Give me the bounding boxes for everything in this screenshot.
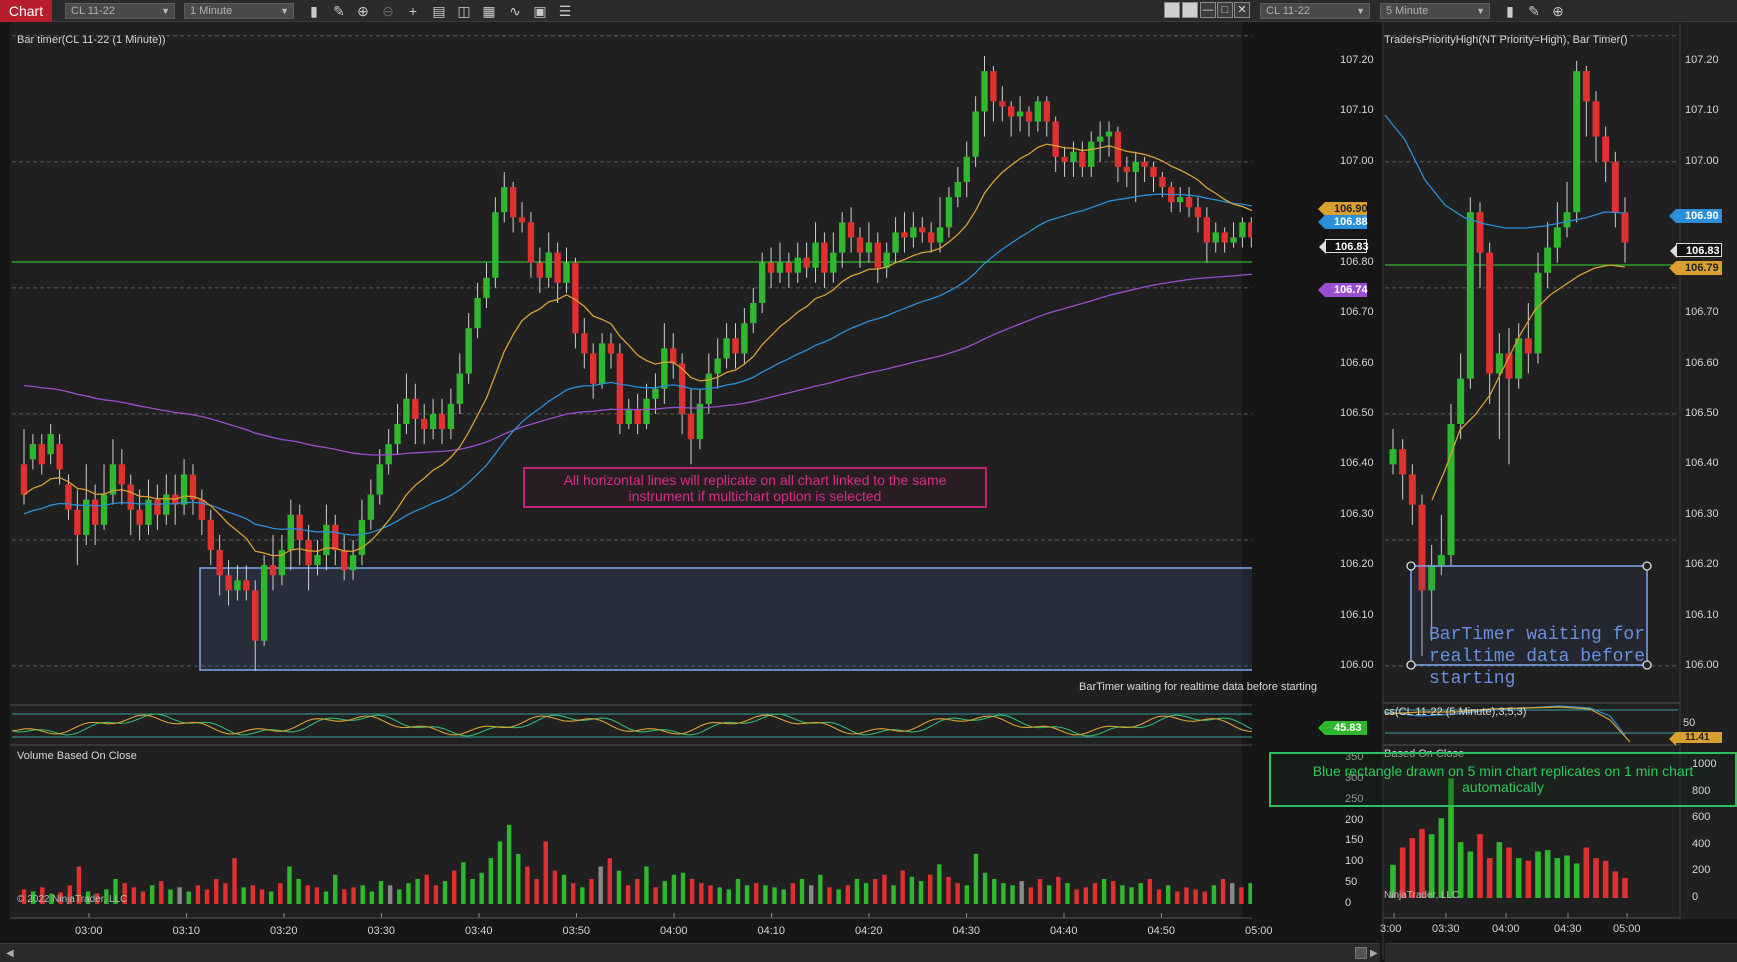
volume-bar — [1486, 858, 1493, 898]
price-tick-label: 106.30 — [1685, 507, 1719, 520]
candle-body — [1563, 212, 1571, 228]
ma-blue-line — [1384, 114, 1626, 229]
ma-blue-price-tag-right: 106.90 — [1669, 209, 1722, 223]
volume-bar — [1428, 834, 1435, 898]
price-tick-label: 106.40 — [1685, 457, 1719, 470]
right-bartimer-status: BarTimer waiting for realtime data befor… — [1429, 625, 1646, 689]
volume-bar — [1593, 858, 1599, 898]
candle-body — [1447, 424, 1455, 556]
right-stoch-tick: 50 — [1683, 717, 1696, 729]
price-tick-label: 106.50 — [1685, 406, 1719, 419]
right-stoch-label: cs(CL 11-22 (5 Minute),3,5,3) — [1384, 706, 1527, 718]
candle-body — [1524, 338, 1532, 354]
rectangle-anchor-handle — [1406, 561, 1416, 571]
last-price-tag-right: 106.83 — [1670, 243, 1722, 258]
candle-body — [1457, 378, 1465, 424]
right-chart-canvas[interactable] — [0, 0, 1737, 962]
candle-body — [1408, 474, 1416, 505]
volume-tick-label: 400 — [1692, 837, 1711, 850]
volume-bar — [1515, 858, 1522, 898]
volume-bar — [1602, 860, 1609, 898]
candle-body — [1515, 338, 1523, 379]
volume-bar — [1506, 847, 1512, 898]
candle-body — [1582, 71, 1590, 102]
volume-bar — [1525, 860, 1532, 898]
volume-tick-label: 200 — [1692, 864, 1711, 877]
volume-bar — [1583, 847, 1590, 898]
price-tick-label: 106.60 — [1685, 356, 1719, 369]
volume-bar — [1419, 828, 1425, 898]
candle-body — [1592, 101, 1600, 137]
volume-bar — [1438, 818, 1445, 898]
time-tick-label: 03:30 — [1432, 923, 1460, 935]
time-tick-label: 04:30 — [1554, 923, 1582, 935]
price-tick-label: 107.00 — [1685, 154, 1719, 167]
ma-orange-price-tag-right: 106.79 — [1669, 261, 1722, 275]
volume-bar — [1496, 842, 1503, 898]
scroll-thumb[interactable] — [1355, 947, 1367, 959]
candle-body — [1611, 161, 1619, 213]
candle-body — [1573, 71, 1581, 213]
volume-tick-label: 1000 — [1692, 758, 1717, 770]
left-horizontal-scrollbar[interactable]: ◀ ▶ — [0, 943, 1380, 962]
candle-body — [1544, 247, 1552, 273]
candle-body — [1466, 212, 1474, 379]
candle-body — [1486, 252, 1494, 374]
volume-bar — [1467, 851, 1474, 898]
right-copyright: NinjaTrader, LLC — [1384, 890, 1460, 901]
volume-bar — [1622, 878, 1628, 898]
right-horizontal-scrollbar[interactable] — [1385, 943, 1737, 962]
candle-body — [1437, 555, 1445, 566]
volume-bar — [1535, 851, 1541, 898]
blue-rectangle-annotation[interactable]: Blue rectangle drawn on 5 min chart repl… — [1269, 752, 1737, 807]
volume-bar — [1544, 850, 1551, 898]
time-tick-label: 3:00 — [1380, 923, 1402, 935]
volume-tick-label: 800 — [1692, 784, 1711, 797]
candle-body — [1389, 449, 1397, 465]
rectangle-anchor-handle — [1406, 660, 1416, 670]
volume-bar — [1564, 855, 1570, 898]
volume-tick-label: 0 — [1692, 891, 1699, 903]
time-tick-label: 04:00 — [1492, 923, 1520, 935]
candle-body — [1476, 212, 1484, 253]
scroll-left-icon[interactable]: ◀ — [6, 948, 14, 959]
price-tick-label: 106.70 — [1685, 306, 1719, 319]
price-tick-label: 106.00 — [1685, 659, 1719, 671]
scroll-right-icon[interactable]: ▶ — [1370, 948, 1378, 959]
volume-bar — [1573, 863, 1580, 898]
candle-body — [1399, 449, 1407, 475]
volume-tick-label: 600 — [1692, 811, 1711, 824]
time-tick-label: 05:00 — [1613, 923, 1641, 935]
candle-body — [1602, 136, 1610, 162]
stochastic-value-tag-right: 11.41 — [1669, 732, 1722, 746]
price-tick-label: 106.20 — [1685, 558, 1719, 571]
rectangle-anchor-handle — [1642, 561, 1652, 571]
volume-bar — [1477, 834, 1483, 898]
volume-bar — [1554, 858, 1561, 898]
candle-body — [1621, 212, 1629, 243]
price-tick-label: 107.20 — [1685, 54, 1719, 66]
price-tick-label: 106.10 — [1685, 608, 1719, 621]
candle-body — [1534, 272, 1542, 354]
right-indicator-label: TradersPriorityHigh(NT Priority=High), B… — [1384, 34, 1628, 46]
candle-body — [1553, 227, 1561, 248]
price-tick-label: 107.10 — [1685, 104, 1719, 117]
volume-bar — [1612, 871, 1619, 898]
